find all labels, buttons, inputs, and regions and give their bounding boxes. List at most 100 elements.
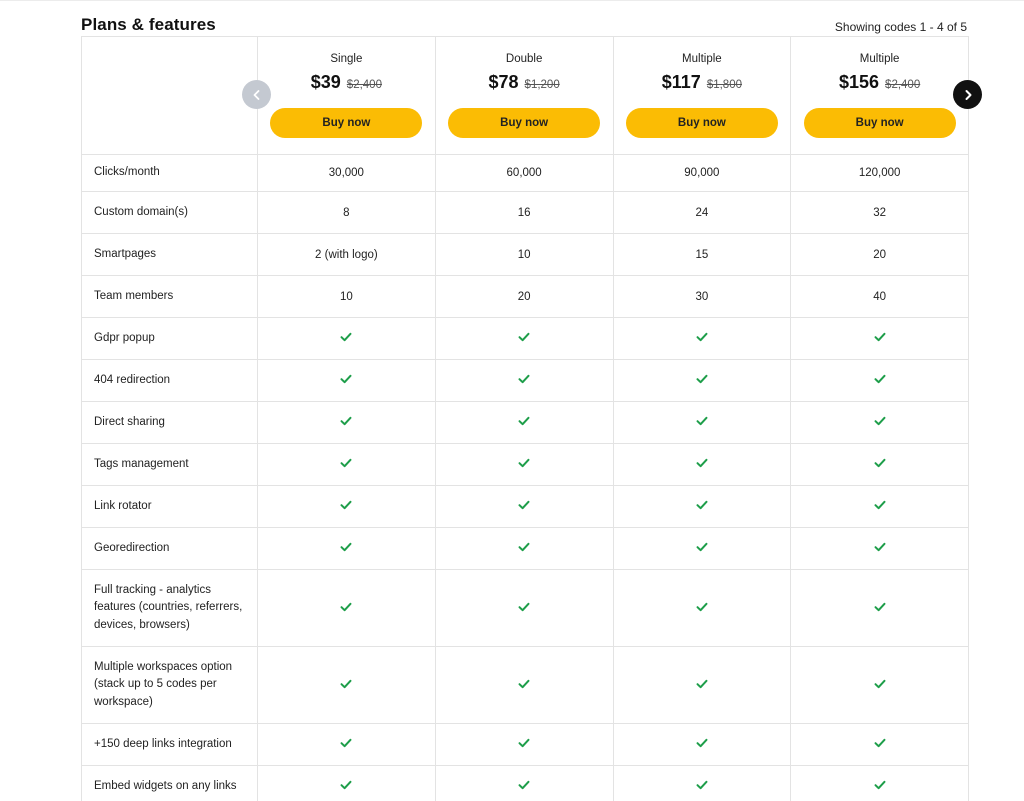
feature-value: 30 [612,275,792,318]
feature-included-cell [612,646,792,724]
check-icon [696,780,708,790]
carousel-prev-button[interactable] [242,80,271,109]
plan-column-header: Single $39 $2,400 Buy now [257,36,436,155]
plan-name: Multiple [859,53,900,65]
check-icon [696,332,708,342]
feature-label: Custom domain(s) [81,191,258,234]
check-icon [340,602,352,611]
buy-now-button[interactable]: Buy now [803,108,956,138]
check-icon [340,458,352,468]
feature-row: Direct sharing [81,401,969,444]
feature-label: Smartpages [81,233,258,276]
feature-label: Direct sharing [81,401,258,444]
feature-included-cell [257,723,436,766]
feature-value: 120,000 [790,154,969,192]
feature-included-cell [257,527,436,570]
top-divider [0,0,1024,1]
feature-row: 404 redirection [81,359,969,402]
feature-included-cell [790,401,969,444]
check-icon [518,780,530,790]
check-icon [696,458,708,468]
feature-row: Link rotator [81,485,969,528]
check-icon [340,500,352,510]
feature-row: Custom domain(s) 8 16 24 32 [81,191,969,234]
feature-included-cell [434,485,614,528]
carousel-next-button[interactable] [953,80,982,109]
feature-value: 40 [790,275,969,318]
check-icon [340,738,352,748]
feature-included-cell [257,485,436,528]
feature-included-cell [790,359,969,402]
check-icon [340,679,352,688]
feature-value: 32 [790,191,969,234]
check-icon [518,458,530,468]
plan-price: $117 [661,72,701,92]
feature-value: 20 [434,275,614,318]
feature-included-cell [612,569,792,647]
feature-included-cell [257,569,436,647]
feature-included-cell [612,765,792,801]
plan-price: $39 [310,72,341,92]
feature-included-cell [790,646,969,724]
chevron-right-icon [965,89,971,100]
buy-now-button[interactable]: Buy now [625,108,778,138]
plan-old-price: $1,200 [524,79,560,91]
feature-row: Clicks/month 30,000 60,000 90,000 120,000 [81,154,969,192]
check-icon [340,542,352,552]
check-icon [518,542,530,552]
feature-included-cell [434,569,614,647]
chevron-left-icon [253,89,259,100]
feature-included-cell [257,359,436,402]
feature-label: Gdpr popup [81,317,258,360]
check-icon [518,679,530,688]
feature-included-cell [612,401,792,444]
feature-row: +150 deep links integration [81,723,969,766]
feature-included-cell [434,765,614,801]
check-icon [874,679,886,688]
buy-now-button[interactable]: Buy now [448,108,601,138]
check-icon [696,602,708,611]
plan-column-header: Multiple $117 $1,800 Buy now [612,36,792,155]
feature-value: 8 [257,191,436,234]
plans-table: Single $39 $2,400 Buy now Double $78 $1,… [81,36,969,801]
feature-row: Multiple workspaces option (stack up to … [81,646,969,724]
feature-label: Tags management [81,443,258,486]
feature-label: Link rotator [81,485,258,528]
feature-row: Smartpages 2 (with logo) 10 15 20 [81,233,969,276]
feature-label: Clicks/month [81,154,258,192]
feature-value: 15 [612,233,792,276]
plans-header-row: Single $39 $2,400 Buy now Double $78 $1,… [81,36,969,155]
buy-now-button[interactable]: Buy now [270,108,423,138]
feature-value: 10 [434,233,614,276]
check-icon [874,416,886,426]
feature-included-cell [434,443,614,486]
feature-included-cell [434,527,614,570]
feature-row: Gdpr popup [81,317,969,360]
plan-old-price: $2,400 [346,79,382,91]
features-body: Clicks/month 30,000 60,000 90,000 120,000 Cus… [81,154,969,801]
feature-value: 90,000 [612,154,792,192]
check-icon [340,780,352,790]
feature-label: Georedirection [81,527,258,570]
check-icon [518,416,530,426]
plan-name: Multiple [682,53,722,65]
check-icon [696,500,708,510]
feature-value: 30,000 [257,154,436,192]
feature-included-cell [257,765,436,801]
feature-included-cell [790,527,969,570]
check-icon [340,374,352,384]
plan-name: Single [330,53,363,65]
feature-included-cell [790,317,969,360]
check-icon [696,374,708,384]
feature-included-cell [790,723,969,766]
feature-value: 24 [612,191,792,234]
feature-included-cell [790,765,969,801]
header-blank-cell [81,36,258,155]
check-icon [874,542,886,552]
feature-included-cell [257,443,436,486]
check-icon [874,738,886,748]
feature-row: Georedirection [81,527,969,570]
feature-value: 16 [434,191,614,234]
check-icon [518,738,530,748]
check-icon [696,542,708,552]
